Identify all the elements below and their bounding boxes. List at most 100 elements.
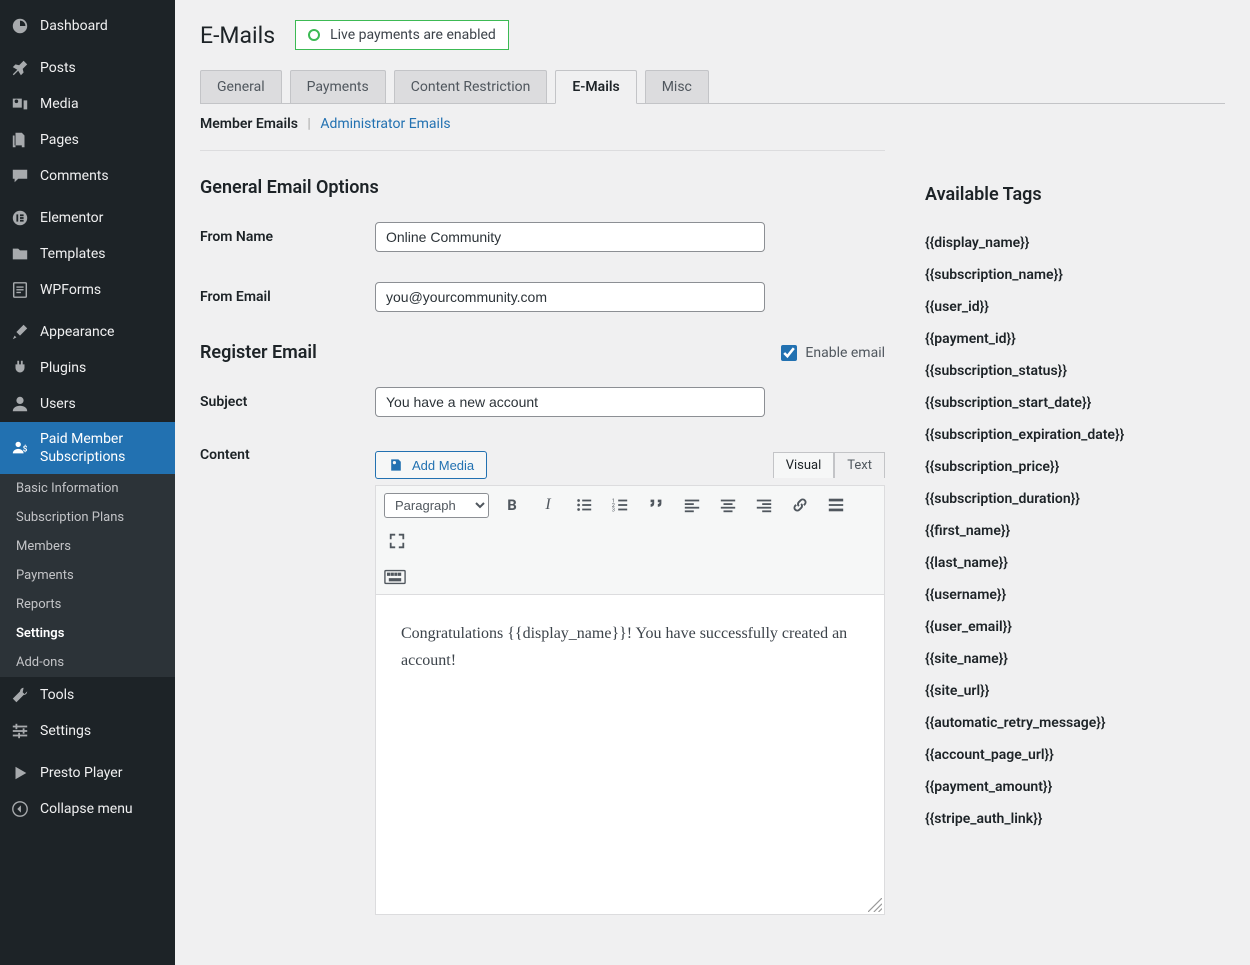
tag-item[interactable]: {{first_name}} — [925, 523, 1225, 539]
subnav-settings[interactable]: Settings — [0, 619, 175, 648]
align-right-icon[interactable] — [751, 492, 777, 518]
tag-item[interactable]: {{user_id}} — [925, 299, 1225, 315]
tag-item[interactable]: {{display_name}} — [925, 235, 1225, 251]
editor-tab-visual[interactable]: Visual — [773, 452, 835, 478]
sidebar-item-appearance[interactable]: Appearance — [0, 314, 175, 350]
sliders-icon — [10, 721, 30, 741]
sidebar-item-templates[interactable]: Templates — [0, 236, 175, 272]
svg-text:$: $ — [23, 444, 28, 454]
pin-icon — [10, 58, 30, 78]
bold-icon[interactable]: B — [499, 492, 525, 518]
tab-payments[interactable]: Payments — [290, 70, 386, 103]
plug-icon — [10, 358, 30, 378]
keyboard-icon[interactable] — [384, 564, 876, 590]
number-list-icon[interactable]: 123 — [607, 492, 633, 518]
tag-item[interactable]: {{site_name}} — [925, 651, 1225, 667]
subnav-reports[interactable]: Reports — [0, 590, 175, 619]
from-email-input[interactable] — [375, 282, 765, 312]
subnav-subscription-plans[interactable]: Subscription Plans — [0, 503, 175, 532]
sidebar-item-label: Tools — [40, 687, 165, 703]
tag-item[interactable]: {{site_url}} — [925, 683, 1225, 699]
tab-misc[interactable]: Misc — [645, 70, 709, 103]
email-subnav: Member Emails | Administrator Emails — [200, 116, 1225, 132]
subject-label: Subject — [200, 394, 375, 410]
subnav-admin-emails[interactable]: Administrator Emails — [320, 116, 450, 132]
sidebar-item-elementor[interactable]: Elementor — [0, 200, 175, 236]
status-dot-icon — [308, 29, 320, 41]
sidebar-item-label: Paid Member Subscriptions — [40, 430, 165, 466]
readmore-icon[interactable] — [823, 492, 849, 518]
settings-tabs: General Payments Content Restriction E-M… — [200, 70, 1225, 104]
user-icon — [10, 394, 30, 414]
subnav-members[interactable]: Members — [0, 532, 175, 561]
tab-emails[interactable]: E-Mails — [555, 70, 636, 104]
sidebar-item-label: Users — [40, 396, 165, 412]
align-center-icon[interactable] — [715, 492, 741, 518]
live-status-text: Live payments are enabled — [330, 27, 496, 43]
sidebar-item-posts[interactable]: Posts — [0, 50, 175, 86]
settings-form: General Email Options From Name From Ema… — [200, 150, 885, 945]
tab-general[interactable]: General — [200, 70, 282, 103]
sidebar-item-users[interactable]: Users — [0, 386, 175, 422]
section-register-email: Register Email — [200, 342, 317, 363]
tag-item[interactable]: {{automatic_retry_message}} — [925, 715, 1225, 731]
format-select[interactable]: Paragraph — [384, 493, 489, 518]
enable-email-checkbox[interactable] — [781, 345, 797, 361]
admin-sidebar: Dashboard Posts Media Pages Comments Ele… — [0, 0, 175, 965]
sidebar-item-label: Settings — [40, 723, 165, 739]
sidebar-item-wpforms[interactable]: WPForms — [0, 272, 175, 308]
tag-item[interactable]: {{payment_amount}} — [925, 779, 1225, 795]
live-status-badge: Live payments are enabled — [295, 20, 509, 50]
sidebar-submenu: Basic Information Subscription Plans Mem… — [0, 474, 175, 677]
link-icon[interactable] — [787, 492, 813, 518]
tag-item[interactable]: {{user_email}} — [925, 619, 1225, 635]
sidebar-item-collapse[interactable]: Collapse menu — [0, 791, 175, 827]
tag-item[interactable]: {{stripe_auth_link}} — [925, 811, 1225, 827]
sidebar-item-label: Posts — [40, 60, 165, 76]
tag-item[interactable]: {{subscription_name}} — [925, 267, 1225, 283]
subnav-basic-information[interactable]: Basic Information — [0, 474, 175, 503]
pages-icon — [10, 130, 30, 150]
sidebar-item-dashboard[interactable]: Dashboard — [0, 8, 175, 44]
from-name-label: From Name — [200, 229, 375, 245]
tag-item[interactable]: {{subscription_start_date}} — [925, 395, 1225, 411]
svg-text:3: 3 — [612, 507, 615, 513]
resize-handle-icon[interactable] — [868, 898, 882, 912]
dashboard-icon — [10, 16, 30, 36]
sidebar-item-media[interactable]: Media — [0, 86, 175, 122]
tag-item[interactable]: {{subscription_price}} — [925, 459, 1225, 475]
subnav-payments[interactable]: Payments — [0, 561, 175, 590]
sidebar-item-pms[interactable]: $ Paid Member Subscriptions — [0, 422, 175, 474]
subnav-addons[interactable]: Add-ons — [0, 648, 175, 677]
sidebar-item-pages[interactable]: Pages — [0, 122, 175, 158]
sidebar-item-tools[interactable]: Tools — [0, 677, 175, 713]
sidebar-item-presto[interactable]: Presto Player — [0, 755, 175, 791]
editor-toolbar: Paragraph B I 123 — [375, 485, 885, 595]
subject-input[interactable] — [375, 387, 765, 417]
add-media-button[interactable]: Add Media — [375, 451, 487, 479]
sidebar-item-label: Pages — [40, 132, 165, 148]
italic-icon[interactable]: I — [535, 492, 561, 518]
sidebar-item-comments[interactable]: Comments — [0, 158, 175, 194]
tag-item[interactable]: {{account_page_url}} — [925, 747, 1225, 763]
sidebar-item-plugins[interactable]: Plugins — [0, 350, 175, 386]
sidebar-item-settings[interactable]: Settings — [0, 713, 175, 749]
fullscreen-icon[interactable] — [384, 528, 410, 554]
sidebar-item-label: Templates — [40, 246, 165, 262]
quote-icon[interactable] — [643, 492, 669, 518]
sidebar-item-label: Comments — [40, 168, 165, 184]
bullet-list-icon[interactable] — [571, 492, 597, 518]
subnav-member-emails[interactable]: Member Emails — [200, 116, 298, 132]
from-name-input[interactable] — [375, 222, 765, 252]
brush-icon — [10, 322, 30, 342]
tag-item[interactable]: {{subscription_duration}} — [925, 491, 1225, 507]
tag-item[interactable]: {{last_name}} — [925, 555, 1225, 571]
tag-item[interactable]: {{payment_id}} — [925, 331, 1225, 347]
align-left-icon[interactable] — [679, 492, 705, 518]
content-editor[interactable]: Congratulations {{display_name}}! You ha… — [375, 595, 885, 915]
tag-item[interactable]: {{username}} — [925, 587, 1225, 603]
editor-tab-text[interactable]: Text — [834, 452, 885, 478]
tag-item[interactable]: {{subscription_status}} — [925, 363, 1225, 379]
tab-content-restriction[interactable]: Content Restriction — [394, 70, 548, 103]
tag-item[interactable]: {{subscription_expiration_date}} — [925, 427, 1225, 443]
